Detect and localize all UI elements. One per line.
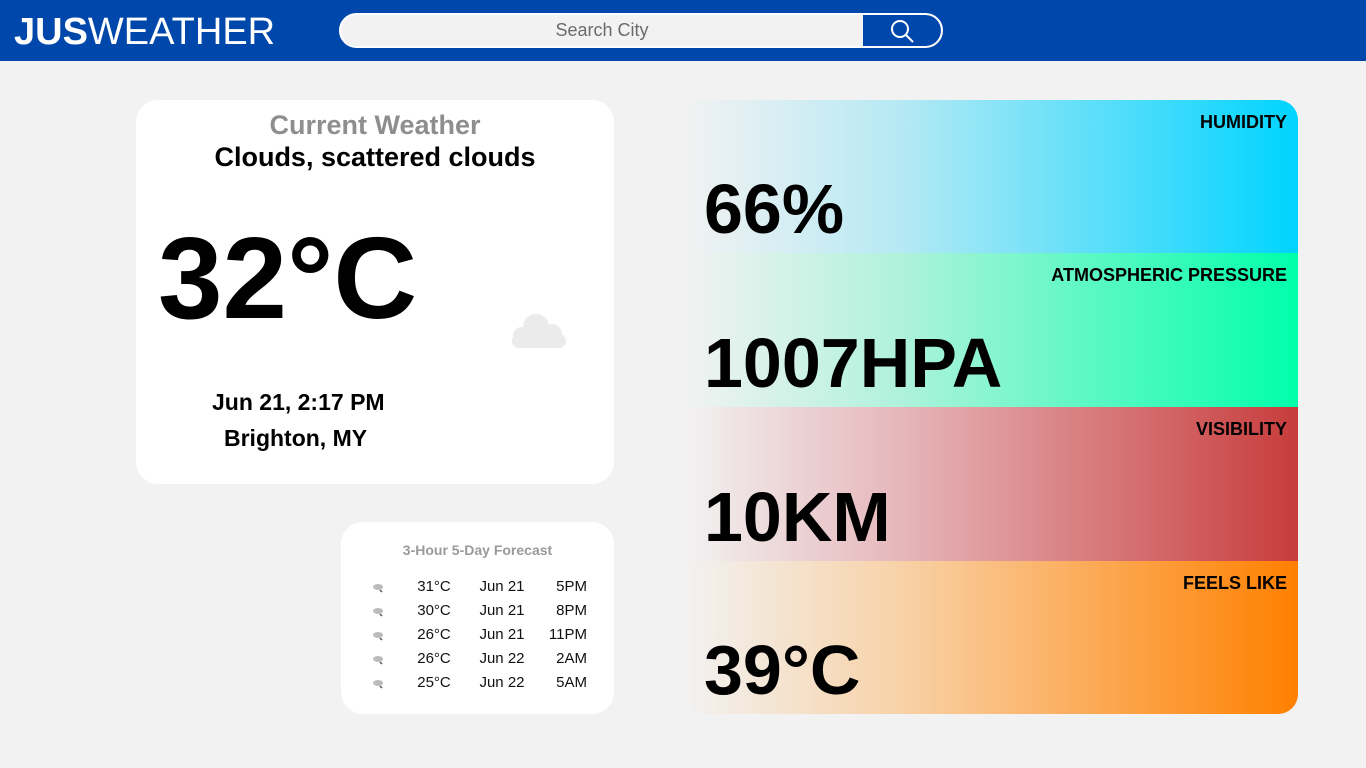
current-temperature: 32°C	[158, 213, 418, 343]
cloud-rain-icon	[373, 680, 383, 689]
current-weather-card: Current Weather Clouds, scattered clouds…	[136, 100, 614, 484]
forecast-temp: 26°C	[417, 650, 451, 667]
app-logo[interactable]: JUSWEATHER	[14, 10, 275, 54]
forecast-row: 31°C Jun 21 5PM	[341, 578, 614, 600]
feels-like-panel: FEELS LIKE 39°C	[684, 561, 1298, 714]
forecast-date: Jun 21	[479, 602, 525, 619]
forecast-card: 3-Hour 5-Day Forecast 31°C Jun 21 5PM 30…	[341, 522, 614, 714]
forecast-title: 3-Hour 5-Day Forecast	[402, 542, 553, 558]
cloud-rain-icon	[373, 608, 383, 617]
search-button[interactable]	[863, 15, 941, 46]
feels-like-label: FEELS LIKE	[1182, 573, 1287, 593]
pressure-label: ATMOSPHERIC PRESSURE	[1051, 265, 1287, 285]
current-location: Brighton, MY	[224, 425, 368, 451]
forecast-temp: 25°C	[417, 674, 451, 691]
feels-like-value: 39°C	[704, 631, 861, 709]
forecast-row: 26°C Jun 21 11PM	[341, 626, 614, 648]
pressure-panel: ATMOSPHERIC PRESSURE 1007HPA	[684, 253, 1298, 407]
cloud-icon	[512, 314, 566, 348]
forecast-row: 25°C Jun 22 5AM	[341, 674, 614, 696]
weather-description: Clouds, scattered clouds	[214, 142, 536, 172]
forecast-temp: 30°C	[417, 602, 451, 619]
forecast-hour: 8PM	[556, 602, 587, 619]
logo-regular: WEATHER	[87, 11, 276, 53]
forecast-temp: 26°C	[417, 626, 451, 643]
logo-bold: JUS	[14, 11, 88, 53]
search-icon	[891, 19, 914, 43]
visibility-label: VISIBILITY	[1195, 419, 1287, 439]
visibility-value: 10KM	[704, 478, 891, 556]
search-bar	[339, 13, 943, 48]
forecast-hour: 5AM	[556, 674, 587, 691]
search-input[interactable]	[341, 15, 863, 46]
forecast-row: 30°C Jun 21 8PM	[341, 602, 614, 624]
forecast-date: Jun 22	[479, 674, 525, 691]
current-datetime: Jun 21, 2:17 PM	[212, 389, 385, 415]
humidity-label: HUMIDITY	[1200, 112, 1287, 132]
top-bar: JUSWEATHER	[0, 0, 1366, 61]
forecast-hour: 11PM	[548, 626, 587, 643]
forecast-hour: 2AM	[556, 650, 587, 667]
humidity-panel: HUMIDITY 66%	[684, 100, 1298, 253]
forecast-date: Jun 21	[479, 626, 525, 643]
forecast-date: Jun 22	[479, 650, 525, 667]
current-weather-heading: Current Weather	[269, 110, 481, 140]
forecast-temp: 31°C	[417, 578, 451, 595]
pressure-value: 1007HPA	[704, 324, 1003, 402]
humidity-value: 66%	[704, 170, 845, 248]
forecast-date: Jun 21	[479, 578, 525, 595]
visibility-panel: VISIBILITY 10KM	[684, 407, 1298, 561]
cloud-rain-icon	[373, 632, 383, 641]
forecast-hour: 5PM	[556, 578, 587, 595]
forecast-row: 26°C Jun 22 2AM	[341, 650, 614, 672]
cloud-rain-icon	[373, 584, 383, 593]
cloud-rain-icon	[373, 656, 383, 665]
